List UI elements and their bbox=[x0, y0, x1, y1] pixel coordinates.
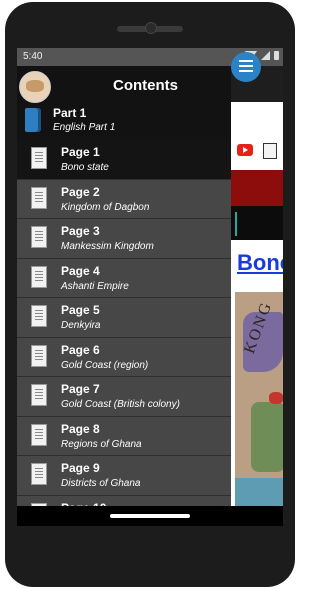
list-menu-icon bbox=[239, 60, 253, 74]
background-map-image: KONG bbox=[235, 292, 283, 526]
page-title: Page 3 bbox=[61, 224, 100, 238]
page-item-6[interactable]: Page 6 Gold Coast (region) bbox=[17, 337, 231, 377]
contents-drawer: Contents Part 1 English Part 1 Page 1 Bo… bbox=[17, 66, 231, 526]
document-icon bbox=[31, 423, 47, 446]
page-item-1[interactable]: Page 1 Bono state bbox=[17, 140, 231, 180]
document-icon bbox=[31, 147, 47, 169]
news-icon[interactable] bbox=[263, 143, 277, 159]
home-gesture-pill[interactable] bbox=[110, 514, 190, 518]
page-title: Page 2 bbox=[61, 184, 100, 199]
background-red-band bbox=[231, 170, 283, 206]
document-icon bbox=[31, 463, 47, 485]
document-icon bbox=[31, 226, 47, 248]
page-item-7[interactable]: Page 7 Gold Coast (British colony) bbox=[17, 377, 231, 417]
page-title: Page 9 bbox=[61, 461, 100, 475]
page-subtitle: Gold Coast (British colony) bbox=[61, 399, 180, 410]
page-subtitle: Gold Coast (region) bbox=[61, 359, 149, 371]
background-black-band bbox=[231, 206, 283, 240]
part-subtitle: English Part 1 bbox=[53, 122, 116, 133]
document-icon bbox=[31, 344, 47, 367]
background-icons-row bbox=[231, 140, 283, 162]
page-subtitle: Districts of Ghana bbox=[61, 478, 141, 489]
document-icon bbox=[31, 384, 47, 406]
page-subtitle: Kingdom of Dagbon bbox=[61, 201, 150, 213]
signal-icon bbox=[261, 51, 270, 60]
page-title: Page 5 bbox=[61, 303, 100, 317]
map-region-red bbox=[269, 392, 283, 404]
navigation-bar bbox=[17, 506, 283, 526]
page-title: Page 6 bbox=[61, 342, 100, 357]
book-icon bbox=[25, 108, 41, 132]
map-logo-icon bbox=[19, 71, 51, 103]
page-subtitle: Mankessim Kingdom bbox=[61, 241, 154, 252]
page-list: Page 1 Bono state Page 2 Kingdom of Dagb… bbox=[17, 140, 231, 526]
phone: 5:40 Bonc KONG bbox=[0, 0, 300, 589]
page-title: Page 7 bbox=[61, 382, 100, 396]
background-teal-line bbox=[235, 212, 237, 236]
page-item-4[interactable]: Page 4 Ashanti Empire bbox=[17, 258, 231, 298]
page-subtitle: Bono state bbox=[61, 162, 109, 173]
menu-button[interactable] bbox=[231, 52, 261, 82]
drawer-title: Contents bbox=[113, 77, 178, 94]
page-title: Page 8 bbox=[61, 421, 100, 436]
page-subtitle: Regions of Ghana bbox=[61, 438, 142, 450]
document-icon bbox=[31, 265, 47, 288]
page-item-5[interactable]: Page 5 Denkyira bbox=[17, 298, 231, 338]
drawer-header: Contents Part 1 English Part 1 bbox=[17, 66, 231, 140]
front-camera bbox=[145, 22, 157, 34]
page-item-9[interactable]: Page 9 Districts of Ghana bbox=[17, 456, 231, 496]
battery-icon bbox=[274, 51, 279, 60]
page-item-2[interactable]: Page 2 Kingdom of Dagbon bbox=[17, 179, 231, 219]
youtube-icon[interactable] bbox=[237, 144, 253, 156]
background-link[interactable]: Bonc bbox=[237, 250, 283, 276]
map-region-green bbox=[251, 402, 283, 472]
screen: 5:40 Bonc KONG bbox=[17, 48, 283, 526]
part-title: Part 1 bbox=[53, 106, 87, 120]
page-subtitle: Denkyira bbox=[61, 320, 101, 331]
page-subtitle: Ashanti Empire bbox=[61, 280, 129, 292]
page-item-8[interactable]: Page 8 Regions of Ghana bbox=[17, 416, 231, 456]
part-header[interactable]: Part 1 English Part 1 bbox=[17, 104, 231, 140]
document-icon bbox=[31, 305, 47, 327]
status-time: 5:40 bbox=[23, 51, 43, 62]
page-title: Page 4 bbox=[61, 263, 100, 278]
background-page: Bonc KONG bbox=[231, 66, 283, 526]
page-title: Page 1 bbox=[61, 145, 100, 159]
page-item-3[interactable]: Page 3 Mankessim Kingdom bbox=[17, 219, 231, 259]
document-icon bbox=[31, 186, 47, 209]
